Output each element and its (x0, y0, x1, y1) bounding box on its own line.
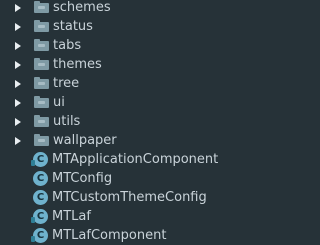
tree-class-mtlafcomponent[interactable]: C MTLafComponent (0, 226, 225, 245)
chevron-right-icon[interactable] (15, 61, 21, 69)
tree-class-mtlaf[interactable]: C MTLaf (0, 207, 225, 226)
tree-class-label: MTLafComponent (52, 228, 167, 243)
class-icon: C (31, 152, 48, 167)
folder-icon (34, 39, 49, 51)
tree-folder-label: ui (53, 95, 65, 110)
tree-folder-label: tree (53, 76, 80, 91)
chevron-right-icon[interactable] (15, 23, 21, 31)
tree-folder-label: tabs (53, 38, 82, 53)
folder-icon (34, 1, 49, 13)
tree-class-label: MTConfig (52, 171, 113, 186)
tree-class-mtconfig[interactable]: C MTConfig (0, 169, 225, 188)
tree-folder-label: schemes (53, 0, 111, 15)
class-icon: C (33, 171, 48, 186)
tree-class-mtapplicationcomponent[interactable]: C MTApplicationComponent (0, 150, 225, 169)
tree-folder-themes[interactable]: themes (0, 55, 225, 74)
tree-folder-status[interactable]: status (0, 17, 225, 36)
tree-class-label: MTApplicationComponent (52, 152, 219, 167)
class-icon: C (33, 190, 48, 205)
tree-folder-tabs[interactable]: tabs (0, 36, 225, 55)
tree-class-label: MTCustomThemeConfig (52, 190, 207, 205)
tree-folder-label: themes (53, 57, 102, 72)
folder-icon (34, 134, 49, 146)
tree-folder-tree[interactable]: tree (0, 74, 225, 93)
tree-folder-wallpaper[interactable]: wallpaper (0, 131, 225, 150)
tree-class-label: MTLaf (52, 209, 91, 224)
tree-folder-label: utils (53, 114, 81, 129)
folder-icon (34, 58, 49, 70)
class-icon: C (31, 228, 48, 243)
folder-icon (34, 77, 49, 89)
tree-folder-utils[interactable]: utils (0, 112, 225, 131)
project-tree: schemes status tabs themes tree ui utils… (0, 0, 225, 245)
class-icon: C (31, 209, 48, 224)
tree-folder-label: wallpaper (53, 133, 117, 148)
folder-icon (34, 20, 49, 32)
tree-folder-label: status (53, 19, 93, 34)
tree-class-mtcustomthemeconfig[interactable]: C MTCustomThemeConfig (0, 188, 225, 207)
tree-folder-schemes[interactable]: schemes (0, 0, 225, 17)
chevron-right-icon[interactable] (15, 80, 21, 88)
chevron-right-icon[interactable] (15, 4, 21, 12)
tree-folder-ui[interactable]: ui (0, 93, 225, 112)
folder-icon (34, 96, 49, 108)
chevron-right-icon[interactable] (15, 118, 21, 126)
chevron-right-icon[interactable] (15, 42, 21, 50)
folder-icon (34, 115, 49, 127)
chevron-right-icon[interactable] (15, 137, 21, 145)
chevron-right-icon[interactable] (15, 99, 21, 107)
